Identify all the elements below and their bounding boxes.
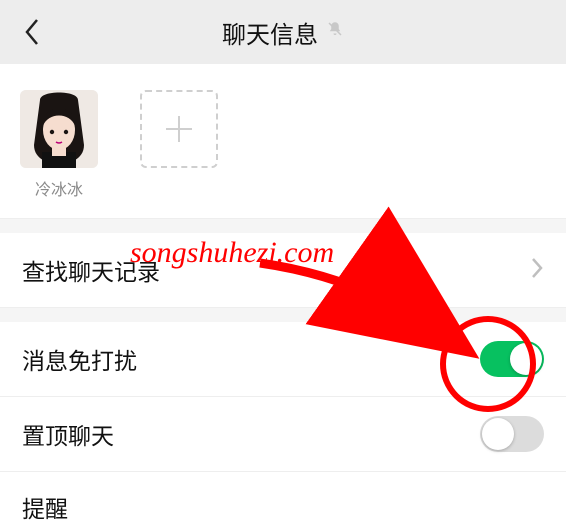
bell-mute-icon — [326, 18, 344, 46]
pin-toggle[interactable] — [480, 416, 544, 452]
toggle-knob — [510, 343, 542, 375]
chevron-right-icon — [530, 256, 544, 285]
section-gap — [0, 219, 566, 233]
row-label: 消息免打扰 — [22, 342, 137, 376]
member-item[interactable]: 冷冰冰 — [20, 90, 98, 200]
page-title: 聊天信息 — [0, 15, 566, 50]
chevron-left-icon — [23, 17, 41, 47]
add-member-button[interactable] — [140, 90, 218, 168]
mute-toggle[interactable] — [480, 341, 544, 377]
row-label: 置顶聊天 — [22, 417, 114, 451]
row-label: 提醒 — [22, 490, 68, 524]
header: 聊天信息 — [0, 0, 566, 64]
plus-icon — [162, 112, 196, 146]
row-label: 查找聊天记录 — [22, 253, 160, 287]
page-title-text: 聊天信息 — [222, 15, 318, 50]
members-section: 冷冰冰 — [0, 64, 566, 219]
section-gap — [0, 308, 566, 322]
back-button[interactable] — [12, 12, 52, 52]
member-name: 冷冰冰 — [20, 176, 98, 200]
toggle-knob — [482, 418, 514, 450]
row-mute: 消息免打扰 — [0, 322, 566, 397]
row-search-history[interactable]: 查找聊天记录 — [0, 233, 566, 308]
avatar — [20, 90, 98, 168]
row-remind: 提醒 — [0, 472, 566, 524]
row-pin: 置顶聊天 — [0, 397, 566, 472]
